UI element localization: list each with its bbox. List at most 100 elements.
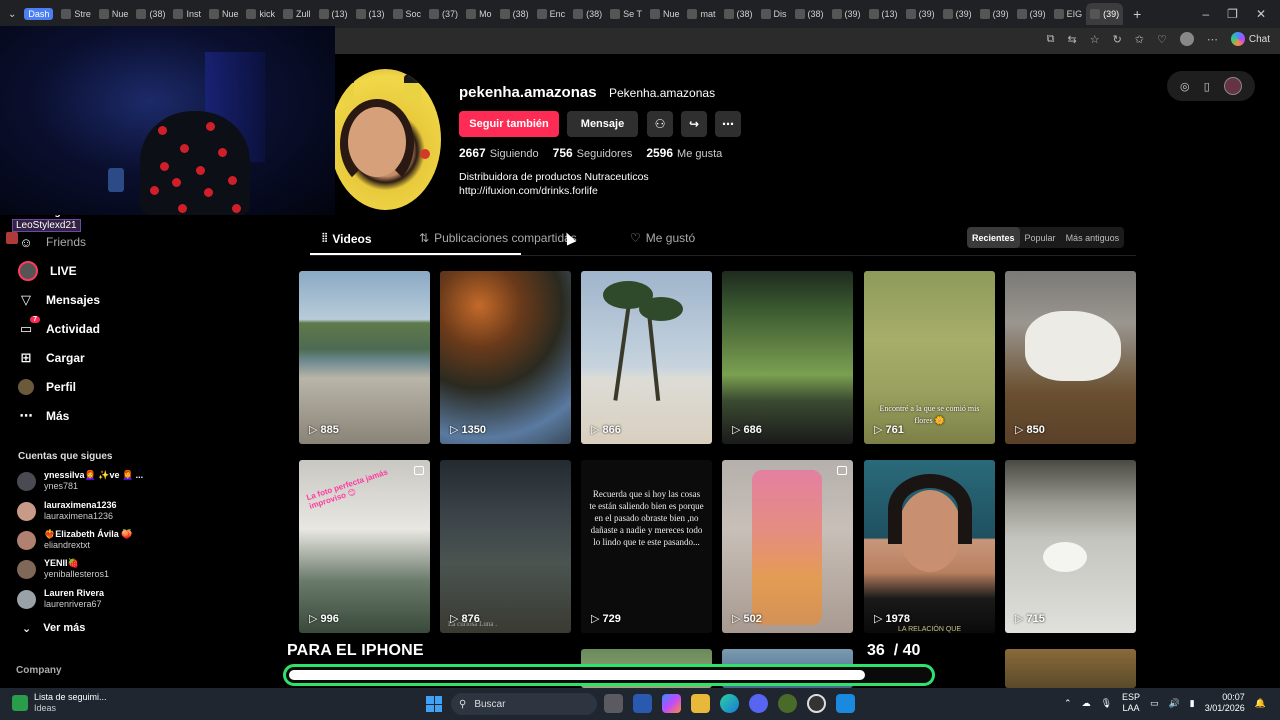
favorites-icon[interactable]: ✩ <box>1135 33 1144 46</box>
video-card[interactable]: Recuerda que si hoy las cosas te están s… <box>581 460 712 633</box>
new-tab-button[interactable]: + <box>1123 3 1145 25</box>
widgets-button[interactable]: Lista de seguimi... Ideas <box>12 692 107 714</box>
video-card[interactable]: ▷ 715 <box>1005 460 1136 633</box>
profile-avatar[interactable] <box>330 69 441 210</box>
browser-tab[interactable]: (38) <box>791 3 828 25</box>
video-card[interactable]: ▷ 866 <box>581 271 712 444</box>
tab-reposts[interactable]: ⇅ Publicaciones compartidas <box>419 231 577 245</box>
share-button[interactable]: ↪ <box>681 111 707 137</box>
translate-icon[interactable]: ⇆ <box>1067 33 1076 46</box>
video-card[interactable]: ▷ 885 <box>299 271 430 444</box>
browser-tab[interactable]: (39) <box>902 3 939 25</box>
video-card[interactable] <box>1005 649 1136 688</box>
network-icon[interactable]: ▭ <box>1150 698 1159 709</box>
tab-list-button[interactable]: ⌄ <box>4 3 20 25</box>
browser-tab[interactable]: Se T <box>606 3 646 25</box>
maximize-icon[interactable]: ❐ <box>1227 7 1238 21</box>
sort-popular[interactable]: Popular <box>1020 227 1061 248</box>
tab-videos[interactable]: ⦙⦙ Videos <box>322 231 372 246</box>
company-link[interactable]: Company <box>16 665 62 676</box>
browser-tab[interactable]: Dash <box>20 3 57 25</box>
browser-tab[interactable]: (38) <box>496 3 533 25</box>
coins-icon[interactable]: ◎ <box>1180 80 1190 93</box>
video-card[interactable]: LA RELACIÓN QUE ▷ 1978 <box>864 460 995 633</box>
language-indicator[interactable]: ESP LAA <box>1122 692 1140 714</box>
followers-stat[interactable]: 756 Seguidores <box>553 146 633 160</box>
see-more-button[interactable]: ⌄ Ver más <box>22 622 85 635</box>
sidebar-item-more[interactable]: ⋯ Más <box>18 408 70 424</box>
microphone-icon[interactable]: 🎙 <box>1101 698 1112 709</box>
followed-account[interactable]: lauraximena1236 lauraximena1236 <box>17 500 117 522</box>
taskbar-search[interactable]: ⚲ Buscar <box>451 693 597 715</box>
browser-tab[interactable]: Dis <box>757 3 791 25</box>
follow-back-button[interactable]: Seguir también <box>459 111 559 137</box>
browser-tab[interactable]: Nue <box>95 3 133 25</box>
sort-recent[interactable]: Recientes <box>967 227 1020 248</box>
browser-tab[interactable]: (39) <box>939 3 976 25</box>
bio-link[interactable]: http://ifuxion.com/drinks.forlife <box>459 184 649 198</box>
video-card[interactable]: Encontré a la que se comió mis flores 🌼 … <box>864 271 995 444</box>
browser-tab[interactable]: EIG <box>1050 3 1087 25</box>
video-card[interactable]: ▷ 850 <box>1005 271 1136 444</box>
sidebar-item-profile[interactable]: Perfil <box>18 379 76 395</box>
volume-icon[interactable]: 🔊 <box>1169 698 1180 709</box>
start-button[interactable] <box>426 696 442 712</box>
follow-suggest-button[interactable]: ⚇ <box>647 111 673 137</box>
browser-tab[interactable]: Nue <box>205 3 243 25</box>
sidebar-item-friends[interactable]: ☺ Friends <box>18 234 86 250</box>
chevron-up-icon[interactable]: ⌃ <box>1064 698 1072 709</box>
browser-tab[interactable]: (37) <box>425 3 462 25</box>
browser-tab[interactable]: Enc <box>533 3 570 25</box>
browser-tab[interactable]: (39) <box>1086 3 1124 25</box>
battery-icon[interactable]: ▮ <box>1190 698 1195 709</box>
discord-icon[interactable] <box>749 694 768 713</box>
browser-tab[interactable]: (39) <box>976 3 1013 25</box>
followed-account[interactable]: ynessilva👩‍🦰 ✨ve 👩‍🦰 ... ynes781 <box>17 470 143 492</box>
browser-tab[interactable]: (39) <box>828 3 865 25</box>
browser-essentials-icon[interactable]: ♡ <box>1157 33 1167 46</box>
browser-tab[interactable]: Zull <box>279 3 315 25</box>
video-card[interactable]: La foto perfecta jamás improviso 😊 ▷ 996 <box>299 460 430 633</box>
profile-avatar-icon[interactable] <box>1179 32 1194 46</box>
browser-tab[interactable]: (38) <box>132 3 169 25</box>
browser-tab[interactable]: (13) <box>352 3 389 25</box>
onedrive-icon[interactable]: ☁ <box>1082 698 1091 709</box>
browser-tab[interactable]: Inst <box>169 3 205 25</box>
sidebar-item-upload[interactable]: ⊞ Cargar <box>18 350 85 366</box>
notifications-icon[interactable]: 🔔 <box>1255 698 1266 709</box>
browser-tab[interactable]: Soc <box>389 3 426 25</box>
obs-icon[interactable] <box>807 694 826 713</box>
video-card[interactable]: ▷ 502 <box>722 460 853 633</box>
browser-tab[interactable]: Nue <box>646 3 684 25</box>
sidebar-item-activity[interactable]: ▭ 7 Actividad <box>18 316 100 337</box>
video-card[interactable]: ▷ 1350 <box>440 271 571 444</box>
task-view-icon[interactable] <box>604 694 623 713</box>
store-icon[interactable] <box>633 694 652 713</box>
browser-tab[interactable]: mat <box>683 3 719 25</box>
sidebar-item-live[interactable]: LIVE <box>18 261 77 281</box>
settings-more-icon[interactable]: ⋯ <box>1207 33 1218 46</box>
app-icon[interactable] <box>836 694 855 713</box>
sidebar-item-messages[interactable]: ▽ Mensajes <box>18 292 100 308</box>
refresh-icon[interactable]: ↻ <box>1113 33 1122 46</box>
browser-tab[interactable]: Mo <box>462 3 496 25</box>
copilot-chat-button[interactable]: Chat <box>1230 32 1270 46</box>
clock[interactable]: 00:07 3/01/2026 <box>1205 692 1245 714</box>
message-button[interactable]: Mensaje <box>567 111 638 137</box>
close-window-icon[interactable]: ✕ <box>1256 7 1266 21</box>
tab-liked[interactable]: ♡ Me gustó <box>630 231 695 245</box>
browser-tab[interactable]: kick <box>242 3 279 25</box>
xbox-icon[interactable] <box>778 694 797 713</box>
browser-tab[interactable]: (13) <box>315 3 352 25</box>
sort-oldest[interactable]: Más antiguos <box>1061 227 1125 248</box>
browser-tab[interactable]: Stre <box>57 3 95 25</box>
followed-account[interactable]: ❤️‍🔥Elizabeth Ávila 🍑 eliandrextxt <box>17 529 132 551</box>
followed-account[interactable]: Lauren Rivera laurenrivera67 <box>17 588 104 610</box>
browser-tab[interactable]: (13) <box>865 3 902 25</box>
following-stat[interactable]: 2667 Siguiendo <box>459 146 539 160</box>
browser-tab[interactable]: (38) <box>569 3 606 25</box>
browser-tab[interactable]: (38) <box>720 3 757 25</box>
file-explorer-icon[interactable] <box>691 694 710 713</box>
browser-tab[interactable]: (39) <box>1013 3 1050 25</box>
more-options-button[interactable]: ⋯ <box>715 111 741 137</box>
